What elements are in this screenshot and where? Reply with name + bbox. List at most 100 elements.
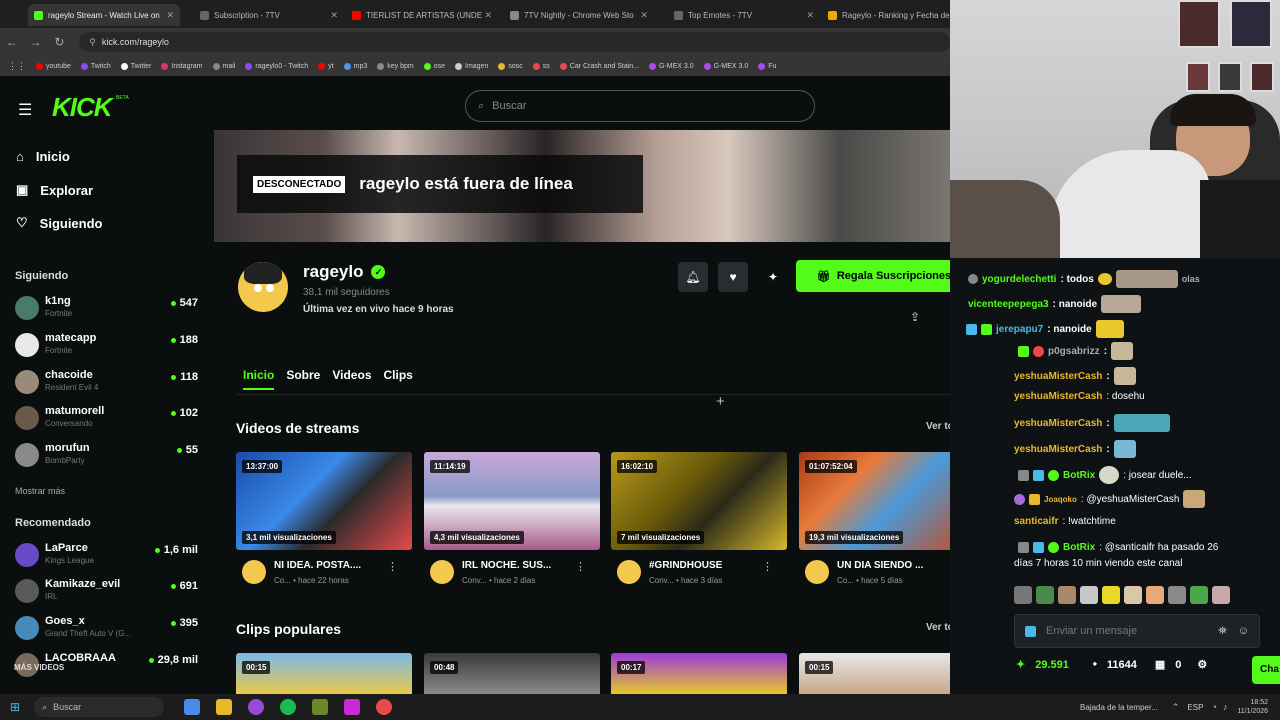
bookmark-car-crash[interactable]: Car Crash and Stain... [559,62,639,70]
notification-bell-button[interactable]: 🔔︎ [678,262,708,292]
bookmark-ss[interactable]: ss [532,62,550,70]
recommended-channel-laparce[interactable]: LaParce Kings League 1,6 mil [15,540,200,570]
bookmark-mail[interactable]: mail [212,62,235,70]
follow-heart-button[interactable]: ♥ [718,262,748,292]
chat-username[interactable]: yogurdelechetti [982,274,1056,285]
back-arrow-icon[interactable]: ← [0,35,24,49]
video-thumbnail[interactable]: 11:14:19 4,3 mil visualizaciones [424,452,600,550]
bookmark-rageylo-twitch[interactable]: rageylo0 - Twitch [245,62,308,70]
tab-tierlist[interactable]: TIERLIST DE ARTISTAS (UNDE ✕ [346,4,498,26]
search-input[interactable]: ⌕ Buscar [465,90,815,122]
apps-grid-icon[interactable]: ⋮⋮ [8,61,26,72]
bookmark-twitter[interactable]: Twitter [120,62,151,70]
chat-username[interactable]: yeshuaMisterCash [1014,371,1102,382]
file-explorer-icon[interactable] [216,699,233,715]
sidebar-item-home[interactable]: ⌂ Inicio [16,149,70,164]
spotify-taskbar-icon[interactable] [280,699,297,715]
tab-rageylo[interactable]: rageylo Stream - Watch Live on ✕ [28,4,180,26]
emote[interactable] [1124,586,1142,604]
tab-top-emotes[interactable]: Top Emotes - 7TV ✕ [668,4,820,26]
taskbar-search[interactable]: ⌕ Buscar [34,697,165,717]
emote[interactable] [1014,586,1032,604]
discord-taskbar-icon[interactable] [248,699,265,715]
chat-username[interactable]: yeshuaMisterCash [1014,418,1102,429]
bookmark-fu[interactable]: Fu [758,62,776,70]
tab-clips[interactable]: Clips [384,368,413,390]
bookmark-twitch[interactable]: Twitch [80,62,111,70]
reload-icon[interactable]: ↻ [48,35,72,49]
forward-arrow-icon[interactable]: → [24,35,48,49]
bookmark-imagen[interactable]: Imagen [455,62,488,70]
bookmark-yt[interactable]: yt [318,62,334,70]
sparkle-button[interactable]: ✦ [758,262,788,292]
weather-widget[interactable]: Bajada de la temper... [1080,703,1158,712]
site-info-icon[interactable]: ⚲ [89,37,96,48]
chat-username[interactable]: BotRix [1063,542,1095,553]
clock[interactable]: 18:52 11/1/2026 [1237,698,1268,716]
video-meta[interactable]: UN DIA SIENDO ... Co... • hace 5 días ⋮ [799,558,975,590]
tab-videos[interactable]: Videos [332,368,371,390]
kick-logo[interactable]: KICK [52,92,113,123]
share-icon[interactable]: ⇪ [910,310,920,324]
language-indicator[interactable]: ESP [1187,703,1203,712]
wifi-icon[interactable]: ◔ [1211,702,1216,712]
close-icon[interactable]: ✕ [166,10,174,21]
tab-inicio[interactable]: Inicio [243,368,275,390]
settings-gear-icon[interactable]: ⚙ [1197,658,1207,671]
show-more-link[interactable]: Mostrar más [15,486,65,496]
close-icon[interactable]: ✕ [806,10,814,21]
clip-thumbnail[interactable]: 00:48 [424,653,600,694]
video-meta[interactable]: NI IDEA. POSTA.... Co... • hace 22 horas… [236,558,412,590]
hamburger-menu-icon[interactable]: ☰ [18,100,32,120]
emote[interactable] [1190,586,1208,604]
tab-7tv-nightly[interactable]: 7TV Nightly - Chrome Web Sto ✕ [504,4,654,26]
app-taskbar-icon[interactable] [344,699,361,715]
following-channel-chacoide[interactable]: chacoide Resident Evil 4 118 [15,367,200,397]
chat-username[interactable]: p0gsabrizz [1048,346,1100,357]
tab-sobre[interactable]: Sobre [286,368,320,390]
sidebar-item-following[interactable]: ♡ Siguiendo [16,215,103,231]
chat-username[interactable]: vicenteepepega3 [968,299,1049,310]
url-input[interactable]: ⚲ kick.com/rageylo [79,32,951,52]
recommended-channel-goes-x[interactable]: Goes_x Grand Theft Auto V (G... 395 [15,613,200,643]
bookmark-sosc[interactable]: sosc [498,62,523,70]
bookmark-key-bpm[interactable]: key bpm [377,62,414,70]
tab-subscription[interactable]: Subscription - 7TV ✕ [194,4,344,26]
following-channel-morufun[interactable]: morufun BombParty 55 [15,440,200,470]
emote[interactable] [1036,586,1054,604]
bookmark-gmex-1[interactable]: G-MEX 3.0 [649,62,694,70]
minecraft-taskbar-icon[interactable] [312,699,329,715]
close-icon[interactable]: ✕ [330,10,338,21]
video-thumbnail[interactable]: 16:02:10 7 mil visualizaciones [611,452,787,550]
video-meta[interactable]: IRL NOCHE. SUS... Conv... • hace 2 días … [424,558,600,590]
chat-username[interactable]: yeshuaMisterCash [1014,444,1102,455]
chat-username[interactable]: BotRix [1063,470,1095,481]
video-meta[interactable]: #GRINDHOUSE Conv... • hace 3 días ⋮ [611,558,787,590]
clip-thumbnail[interactable]: 00:17 [611,653,787,694]
chat-username[interactable]: yeshuaMisterCash [1014,391,1102,402]
clip-thumbnail[interactable]: 00:15 [236,653,412,694]
clip-thumbnail[interactable]: 00:15 [799,653,973,694]
chrome-taskbar-icon[interactable] [184,699,201,715]
more-options-icon[interactable]: ⋮ [762,560,773,573]
following-channel-matecapp[interactable]: matecapp Fortnite 188 [15,330,200,360]
bookmark-ose[interactable]: ose [423,62,445,70]
obs-taskbar-icon[interactable] [376,699,393,715]
more-videos-overlay[interactable]: MÁS VIDEOS [14,663,64,672]
bookmark-gmex-2[interactable]: G-MEX 3.0 [703,62,748,70]
bookmark-youtube[interactable]: youtube [36,62,71,70]
emote[interactable] [1102,586,1120,604]
chat-username[interactable]: santicaifr [1014,516,1058,527]
bookmark-instagram[interactable]: Instagram [161,62,203,70]
volume-icon[interactable]: ♪ [1223,702,1228,712]
channel-avatar[interactable] [238,262,288,312]
chat-username[interactable]: Joaqoko [1044,495,1077,504]
emote[interactable] [1212,586,1230,604]
7tv-icon[interactable] [1025,625,1036,637]
smiley-icon[interactable]: ☺ [1238,625,1249,637]
chat-username[interactable]: jerepapu7 [996,324,1043,335]
tray-arrow-icon[interactable]: ⌃ [1172,702,1180,713]
sidebar-item-explore[interactable]: ▣ Explorar [16,182,93,198]
more-options-icon[interactable]: ⋮ [575,560,586,573]
windows-start-icon[interactable]: ⊞ [10,700,20,714]
